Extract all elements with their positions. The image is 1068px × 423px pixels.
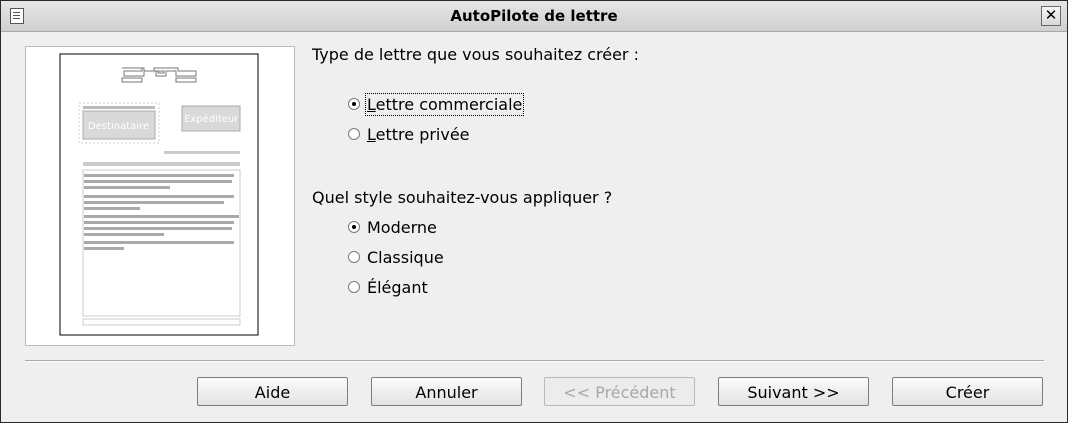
sender-label: Expéditeur: [184, 113, 239, 125]
radio-label: Lettre privée: [367, 125, 470, 144]
radio-button[interactable]: [348, 221, 360, 233]
letter-preview: Destinataire Expéditeur: [25, 46, 295, 346]
letter-preview-image: Destinataire Expéditeur: [59, 53, 259, 336]
radio-style-elegant[interactable]: Élégant: [348, 276, 428, 298]
letter-type-heading: Type de lettre que vous souhaitez créer …: [312, 45, 639, 64]
label-rest: ettre privée: [375, 124, 470, 144]
mnemonic: L: [367, 94, 376, 114]
recipient-label: Destinataire: [88, 121, 149, 132]
cancel-button[interactable]: Annuler: [371, 377, 522, 406]
title-bar[interactable]: AutoPilote de lettre ✕: [1, 1, 1067, 32]
radio-button[interactable]: [348, 281, 360, 293]
radio-style-classic[interactable]: Classique: [348, 246, 444, 268]
radio-label: Lettre commerciale: [364, 92, 525, 116]
radio-label: Élégant: [367, 277, 428, 297]
radio-button[interactable]: [348, 128, 360, 140]
radio-business-letter[interactable]: Lettre commerciale: [348, 92, 525, 116]
create-button[interactable]: Créer: [892, 377, 1043, 406]
mnemonic: L: [367, 124, 376, 144]
separator: [25, 360, 1044, 362]
radio-style-modern[interactable]: Moderne: [348, 216, 437, 238]
dialog-window: AutoPilote de lettre ✕ Destinataire Expé…: [0, 0, 1068, 423]
radio-label: Moderne: [367, 217, 437, 237]
close-icon: ✕: [1044, 6, 1058, 24]
radio-button[interactable]: [348, 251, 360, 263]
radio-button[interactable]: [348, 98, 360, 110]
close-button[interactable]: ✕: [1041, 6, 1061, 26]
radio-label: Classique: [367, 247, 444, 267]
help-button[interactable]: Aide: [197, 377, 348, 406]
radio-personal-letter[interactable]: Lettre privée: [348, 123, 470, 145]
previous-button[interactable]: << Précédent: [544, 377, 695, 406]
label-rest: ettre commerciale: [375, 94, 523, 114]
window-title: AutoPilote de lettre: [450, 7, 618, 25]
next-button[interactable]: Suivant >>: [718, 377, 869, 406]
style-heading: Quel style souhaitez-vous appliquer ?: [312, 188, 613, 207]
